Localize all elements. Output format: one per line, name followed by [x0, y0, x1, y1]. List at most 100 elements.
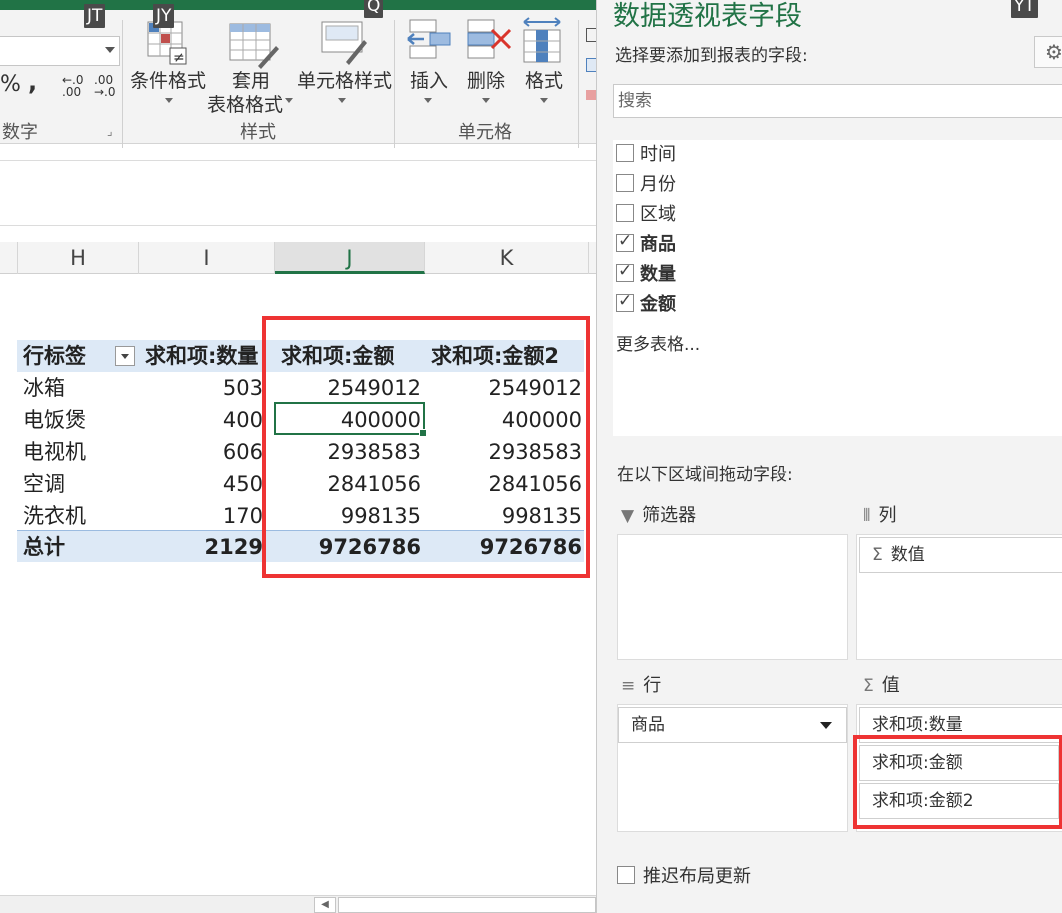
- gear-icon[interactable]: ⚙: [1034, 36, 1062, 68]
- checkbox[interactable]: [616, 144, 634, 162]
- svg-text:≠: ≠: [173, 50, 185, 66]
- formula-bar-area[interactable]: [0, 160, 596, 226]
- horizontal-scrollbar[interactable]: ◀: [0, 895, 596, 913]
- column-headers: H I J K: [0, 242, 596, 274]
- number-format-dropdown[interactable]: [0, 36, 120, 66]
- column-header-g[interactable]: [0, 242, 18, 274]
- delete-cells-icon: [467, 19, 512, 59]
- pane-subtitle: 选择要添加到报表的字段:: [615, 46, 808, 66]
- checkbox-checked[interactable]: [616, 291, 634, 312]
- group-separator: [122, 20, 123, 148]
- keytip-jt: JT: [84, 4, 106, 28]
- qty-value[interactable]: 400: [135, 404, 265, 436]
- checkbox[interactable]: [617, 866, 635, 884]
- chevron-down-icon: [540, 98, 548, 103]
- filter-dropdown-icon[interactable]: [115, 346, 135, 366]
- pill-label: 商品: [631, 715, 665, 735]
- defer-layout-update[interactable]: 推迟布局更新: [617, 862, 751, 888]
- field-label: 商品: [640, 234, 676, 255]
- total-qty[interactable]: 2129: [135, 531, 265, 563]
- qty-value[interactable]: 606: [135, 436, 265, 468]
- checkbox[interactable]: [616, 204, 634, 222]
- format-button[interactable]: 格式: [525, 66, 563, 93]
- row-label[interactable]: 电饭煲: [23, 404, 133, 436]
- chevron-down-icon: [105, 47, 115, 53]
- column-header-j[interactable]: J: [275, 242, 425, 274]
- columns-area-header: ⦀ 列: [863, 502, 896, 530]
- dropdown-arrow-icon[interactable]: [820, 722, 832, 729]
- insert-cells-icon: [407, 19, 451, 59]
- keytip-yt: YT: [1011, 0, 1038, 18]
- field-search-input[interactable]: [613, 84, 1062, 118]
- field-item-time[interactable]: 时间: [616, 140, 676, 166]
- row-label[interactable]: 电视机: [23, 436, 133, 468]
- qty-value[interactable]: 503: [135, 372, 265, 404]
- row-label[interactable]: 冰箱: [23, 372, 133, 404]
- filter-icon: ▼: [621, 506, 635, 526]
- group-separator: [578, 20, 579, 148]
- columns-label: 列: [878, 505, 897, 526]
- highlight-box-values: [853, 735, 1062, 829]
- field-label: 时间: [640, 144, 676, 165]
- total-label[interactable]: 总计: [23, 531, 133, 563]
- column-item-values[interactable]: Σ 数值: [859, 537, 1062, 573]
- more-tables-link[interactable]: 更多表格...: [616, 330, 700, 355]
- header-sum-qty[interactable]: 求和项:数量: [145, 340, 273, 372]
- columns-icon: ⦀: [863, 506, 871, 526]
- chevron-down-icon: [482, 98, 490, 103]
- qty-value[interactable]: 170: [135, 500, 265, 532]
- field-item-amount[interactable]: 金额: [616, 290, 676, 316]
- filters-label: 筛选器: [642, 505, 697, 526]
- chevron-down-icon: [285, 98, 293, 103]
- column-header-k[interactable]: K: [425, 242, 589, 274]
- column-header-i[interactable]: I: [139, 242, 275, 274]
- rows-label: 行: [643, 675, 662, 696]
- row-item-product[interactable]: 商品: [618, 707, 847, 743]
- chevron-down-icon: [338, 98, 346, 103]
- field-item-product[interactable]: 商品: [616, 230, 676, 256]
- filters-drop-zone[interactable]: [617, 534, 848, 660]
- filters-area-header: ▼ 筛选器: [621, 502, 696, 530]
- styles-group-label: 样式: [240, 122, 276, 143]
- rows-area-header: ≡ 行: [621, 672, 661, 700]
- field-item-month[interactable]: 月份: [616, 170, 676, 196]
- field-label: 金额: [640, 294, 676, 315]
- excel-window: JT JY Q % , ←.0 .00 .00 →.0 数字 ⌟ ≠ 条件格式 …: [0, 0, 1062, 913]
- checkbox[interactable]: [616, 174, 634, 192]
- conditional-format-button[interactable]: 条件格式: [130, 66, 206, 93]
- row-labels-header[interactable]: 行标签: [23, 340, 113, 372]
- format-cells-icon: [523, 17, 561, 63]
- insert-button[interactable]: 插入: [410, 66, 448, 93]
- highlight-box-pivot-columns: [262, 316, 590, 578]
- decrease-decimal-button[interactable]: .00 →.0: [94, 74, 116, 98]
- field-label: 区域: [640, 204, 676, 225]
- chevron-down-icon: [165, 98, 173, 103]
- format-as-table-line1[interactable]: 套用: [232, 66, 270, 93]
- defer-label: 推迟布局更新: [643, 866, 751, 887]
- chevron-down-icon: [424, 98, 432, 103]
- cells-group-label: 单元格: [458, 122, 512, 143]
- checkbox-checked[interactable]: [616, 231, 634, 252]
- number-group-label: 数字: [2, 122, 38, 143]
- comma-style-button[interactable]: ,: [28, 68, 37, 96]
- column-header-l[interactable]: [589, 242, 596, 274]
- percent-style-button[interactable]: %: [0, 72, 21, 97]
- row-label[interactable]: 洗衣机: [23, 500, 133, 532]
- scroll-thumb[interactable]: [338, 897, 596, 913]
- keytip-jy: JY: [153, 4, 175, 28]
- pill-label: 求和项:数量: [872, 715, 963, 735]
- cell-styles-button[interactable]: 单元格样式: [297, 66, 392, 93]
- row-label[interactable]: 空调: [23, 468, 133, 500]
- delete-button[interactable]: 删除: [467, 66, 505, 93]
- values-label: 值: [881, 675, 900, 696]
- dialog-launcher-icon[interactable]: ⌟: [107, 124, 113, 138]
- checkbox-checked[interactable]: [616, 261, 634, 282]
- scroll-left-icon[interactable]: ◀: [314, 897, 336, 913]
- format-as-table-button[interactable]: 表格格式: [207, 90, 283, 117]
- increase-decimal-button[interactable]: ←.0 .00: [62, 74, 84, 98]
- column-header-h[interactable]: H: [18, 242, 139, 274]
- qty-value[interactable]: 450: [135, 468, 265, 500]
- pivot-field-pane: 数据透视表字段 YT 选择要添加到报表的字段: ⚙ 时间 月份 区域 商品 数量…: [596, 0, 1062, 913]
- field-item-quantity[interactable]: 数量: [616, 260, 676, 286]
- field-item-region[interactable]: 区域: [616, 200, 676, 226]
